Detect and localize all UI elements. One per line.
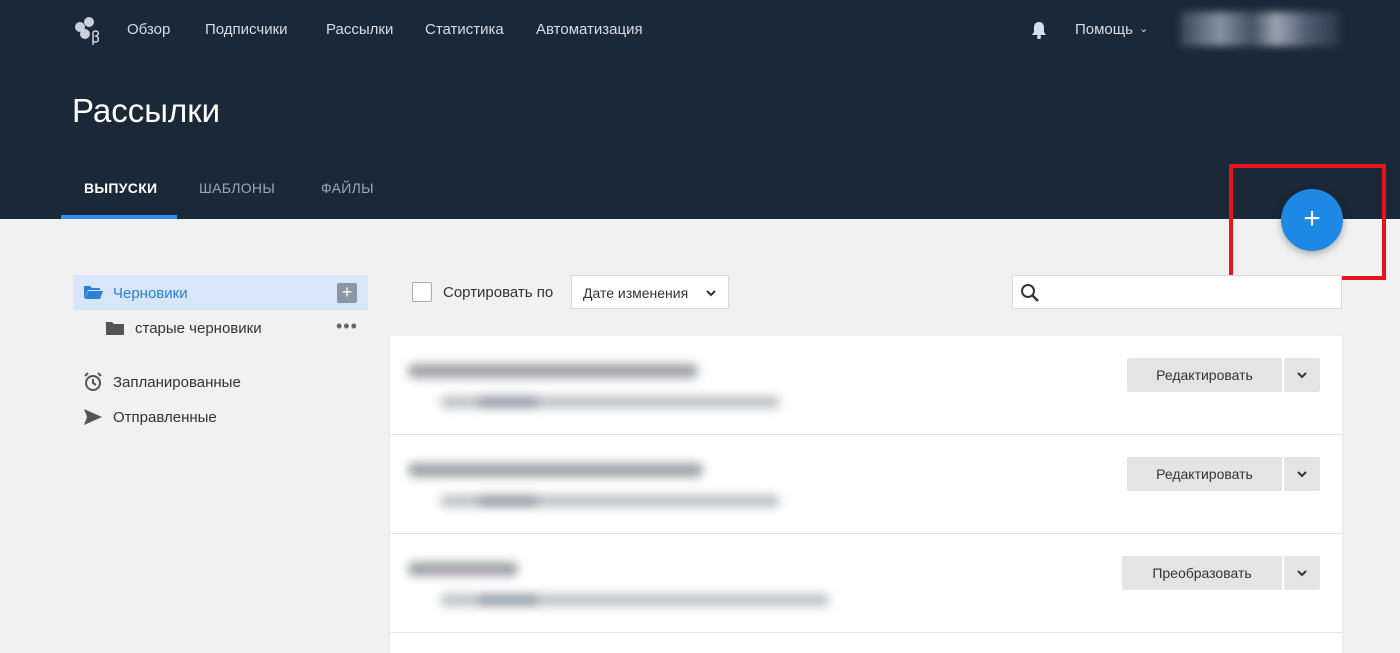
add-folder-button[interactable]: + <box>337 283 357 303</box>
convert-button[interactable]: Преобразовать <box>1122 556 1282 590</box>
row-actions-dropdown[interactable] <box>1284 457 1320 491</box>
user-account-menu[interactable] <box>1180 12 1340 46</box>
sidebar-item-label: Отправленные <box>113 409 217 426</box>
nav-item-campaigns[interactable]: Рассылки <box>326 21 393 38</box>
header: Обзор Подписчики Рассылки Статистика Авт… <box>0 0 1400 219</box>
campaign-title-redacted <box>408 562 518 576</box>
edit-button[interactable]: Редактировать <box>1127 457 1282 491</box>
campaign-title-redacted <box>408 364 698 378</box>
help-menu[interactable]: Помощь ⌄ <box>1075 21 1148 38</box>
top-navigation: Обзор Подписчики Рассылки Статистика Авт… <box>0 0 1400 60</box>
sidebar-item-label: Запланированные <box>113 374 241 391</box>
select-all-checkbox[interactable] <box>412 282 432 302</box>
list-item[interactable]: Редактировать <box>390 336 1342 435</box>
search-icon <box>1021 284 1039 302</box>
folder-icon <box>106 322 124 335</box>
list-item[interactable]: Редактировать <box>390 435 1342 534</box>
edit-button[interactable]: Редактировать <box>1127 358 1282 392</box>
logo-icon[interactable] <box>72 14 104 46</box>
sidebar-folder-label: Черновики <box>113 285 188 302</box>
search-input[interactable] <box>1049 280 1337 306</box>
campaign-title-redacted <box>408 463 703 477</box>
tab-files[interactable]: ФАЙЛЫ <box>321 180 374 196</box>
row-actions-dropdown[interactable] <box>1284 358 1320 392</box>
chevron-down-icon: ⌄ <box>1138 23 1149 35</box>
sidebar-subfolder[interactable]: старые черновики <box>105 316 367 342</box>
chevron-down-icon <box>1297 372 1307 379</box>
folder-open-icon <box>84 286 103 299</box>
campaign-meta-redacted <box>440 594 830 606</box>
page-title: Рассылки <box>72 92 221 129</box>
sidebar-subfolder-label: старые черновики <box>135 320 262 337</box>
sort-dropdown[interactable]: Дате изменения <box>571 275 729 309</box>
chevron-down-icon <box>1297 471 1307 478</box>
row-actions-dropdown[interactable] <box>1284 556 1320 590</box>
nav-item-automation[interactable]: Автоматизация <box>536 21 643 38</box>
more-options-icon[interactable]: ••• <box>336 316 358 337</box>
campaign-meta-redacted <box>440 396 780 408</box>
list-item[interactable]: Преобразовать <box>390 534 1342 633</box>
create-campaign-button[interactable]: + <box>1281 189 1343 251</box>
sort-value: Дате изменения <box>583 285 689 301</box>
sidebar-folder-drafts[interactable]: Черновики <box>73 275 368 310</box>
nav-item-overview[interactable]: Обзор <box>127 21 170 38</box>
campaign-meta-redacted <box>440 495 780 507</box>
help-label: Помощь <box>1075 21 1133 38</box>
active-tab-indicator <box>61 215 177 219</box>
sidebar-item-scheduled[interactable]: Запланированные <box>83 370 363 394</box>
search-box[interactable] <box>1012 275 1342 309</box>
bell-icon[interactable] <box>1030 20 1048 40</box>
nav-item-statistics[interactable]: Статистика <box>425 21 504 38</box>
sidebar-item-sent[interactable]: Отправленные <box>83 405 363 429</box>
nav-item-subscribers[interactable]: Подписчики <box>205 21 288 38</box>
chevron-down-icon <box>1297 570 1307 577</box>
campaign-list: Редактировать Редактировать Преобразоват… <box>390 336 1342 653</box>
chevron-down-icon <box>706 290 716 297</box>
send-icon <box>84 409 102 425</box>
tab-templates[interactable]: ШАБЛОНЫ <box>199 180 275 196</box>
sort-label: Сортировать по <box>443 284 554 301</box>
tab-issues[interactable]: ВЫПУСКИ <box>84 180 157 196</box>
alarm-clock-icon <box>84 372 102 391</box>
